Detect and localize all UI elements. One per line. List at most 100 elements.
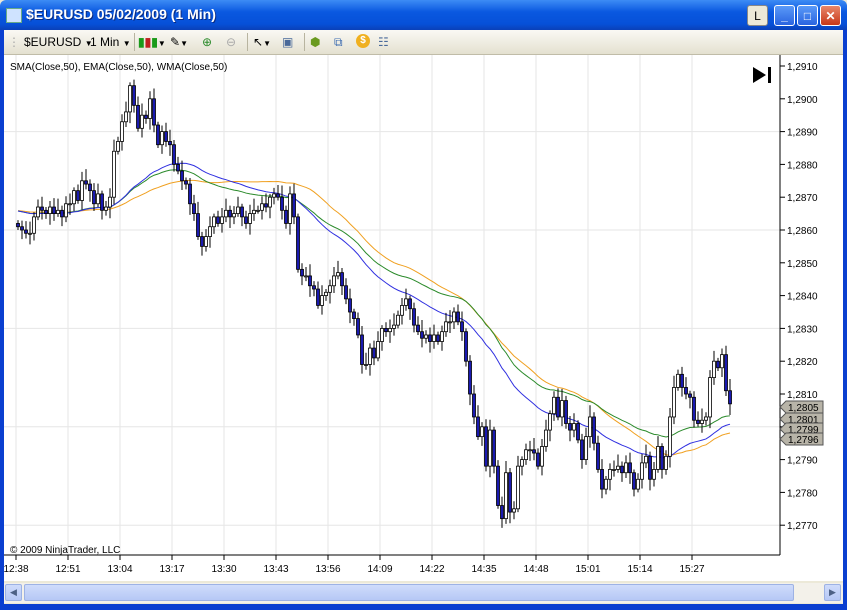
chart-panel[interactable]: 1,27701,27801,27901,28001,28101,28201,28…: [3, 55, 843, 581]
candle-up: [252, 209, 256, 215]
y-tick-label: 1,2790: [787, 456, 818, 467]
candle-down: [436, 334, 440, 342]
candle-up: [320, 295, 324, 306]
x-tick-label: 14:09: [367, 564, 392, 575]
window-border-bottom: [0, 604, 847, 610]
zoom-in-icon[interactable]: ⊕: [202, 34, 212, 50]
data-series-icon[interactable]: ⬢: [310, 34, 320, 50]
chart-properties-icon[interactable]: ▣: [282, 34, 293, 50]
candle-up: [704, 416, 708, 421]
candle-down: [472, 393, 476, 418]
y-tick-label: 1,2850: [787, 259, 818, 270]
minimize-button[interactable]: _: [774, 5, 795, 26]
candle-up: [624, 462, 628, 474]
candle-down: [596, 442, 600, 470]
candle-down: [84, 180, 88, 185]
interval-dropdown[interactable]: 1 Min ▼: [90, 34, 131, 50]
data-box-icon[interactable]: ☷: [378, 34, 389, 50]
candle-up: [116, 141, 120, 152]
candle-down: [648, 455, 652, 480]
candle-up: [212, 216, 216, 228]
candle-down: [372, 347, 376, 359]
scrollbar-thumb[interactable]: [24, 584, 794, 601]
candle-up: [220, 216, 224, 224]
window-border-right: [843, 30, 847, 610]
candle-down: [468, 360, 472, 395]
y-tick-label: 1,2780: [787, 488, 818, 499]
candle-up: [440, 331, 444, 342]
candle-up: [512, 508, 516, 513]
candle-up: [224, 209, 228, 218]
candle-up: [424, 334, 428, 339]
candle-up: [104, 206, 108, 211]
candle-down: [276, 193, 280, 198]
candle-up: [516, 465, 520, 510]
candle-up: [540, 446, 544, 467]
candle-up: [96, 193, 100, 205]
candle-up: [676, 373, 680, 388]
pointer-icon[interactable]: ↖▼: [253, 34, 271, 50]
candle-down: [508, 472, 512, 513]
candle-up: [604, 478, 608, 490]
candle-down: [360, 334, 364, 365]
candle-down: [312, 285, 316, 290]
candle-down: [92, 190, 96, 205]
candle-up: [72, 190, 76, 205]
scroll-to-end-icon[interactable]: [753, 67, 771, 83]
candle-up: [80, 180, 84, 201]
candle-down: [460, 321, 464, 333]
candle-up: [432, 334, 436, 342]
candle-up: [712, 360, 716, 379]
y-tick-label: 1,2860: [787, 226, 818, 237]
candle-down: [176, 164, 180, 172]
candle-down: [192, 203, 196, 214]
candle-down: [564, 400, 568, 424]
candle-down: [620, 465, 624, 474]
zoom-out-icon[interactable]: ⊖: [226, 34, 236, 50]
candle-down: [408, 298, 412, 310]
candle-up: [396, 314, 400, 326]
candle-up: [368, 347, 372, 365]
candle-down: [164, 131, 168, 142]
horizontal-scrollbar[interactable]: ◀ ▶: [4, 583, 843, 603]
candle-up: [392, 324, 396, 329]
scroll-left-button[interactable]: ◀: [5, 584, 22, 601]
candle-up: [232, 213, 236, 218]
title-bar[interactable]: $EURUSD 05/02/2009 (1 Min) L _ □ ✕: [0, 0, 847, 30]
candle-down: [44, 209, 48, 215]
candlestick-style-icon[interactable]: ▮▮▮▼: [138, 34, 166, 50]
indicators-label: SMA(Close,50), EMA(Close,50), WMA(Close,…: [10, 62, 227, 73]
candle-down: [484, 426, 488, 467]
link-button[interactable]: L: [747, 5, 768, 26]
x-tick-label: 14:35: [471, 564, 496, 575]
candle-down: [568, 423, 572, 431]
maximize-button[interactable]: □: [797, 5, 818, 26]
candle-up: [288, 193, 292, 224]
x-tick-label: 13:17: [159, 564, 184, 575]
close-button[interactable]: ✕: [820, 5, 841, 26]
candle-down: [196, 213, 200, 237]
candle-down: [168, 141, 172, 146]
y-tick-label: 1,2840: [787, 292, 818, 303]
drawing-tool-pencil-icon[interactable]: ✎▼: [170, 34, 188, 50]
strategy-dollar-icon[interactable]: $: [356, 34, 370, 48]
toolbar-grip: ⋮: [8, 35, 20, 49]
price-chart[interactable]: 1,27701,27801,27901,28001,28101,28201,28…: [3, 55, 843, 581]
candle-down: [600, 469, 604, 490]
wma-line: [17, 162, 731, 459]
candle-down: [340, 272, 344, 287]
x-tick-label: 13:04: [107, 564, 132, 575]
indicators-icon[interactable]: ⧉: [334, 34, 343, 50]
candle-up: [560, 400, 564, 418]
candle-down: [496, 465, 500, 506]
candle-down: [476, 416, 480, 438]
instrument-dropdown[interactable]: $EURUSD ▼: [24, 34, 93, 50]
candle-up: [656, 446, 660, 470]
candle-up: [664, 455, 668, 470]
y-tick-label: 1,2890: [787, 128, 818, 139]
y-tick-label: 1,2770: [787, 521, 818, 532]
scroll-right-button[interactable]: ▶: [824, 584, 841, 601]
x-tick-label: 15:14: [627, 564, 652, 575]
candle-up: [120, 121, 124, 142]
candle-up: [584, 436, 588, 461]
